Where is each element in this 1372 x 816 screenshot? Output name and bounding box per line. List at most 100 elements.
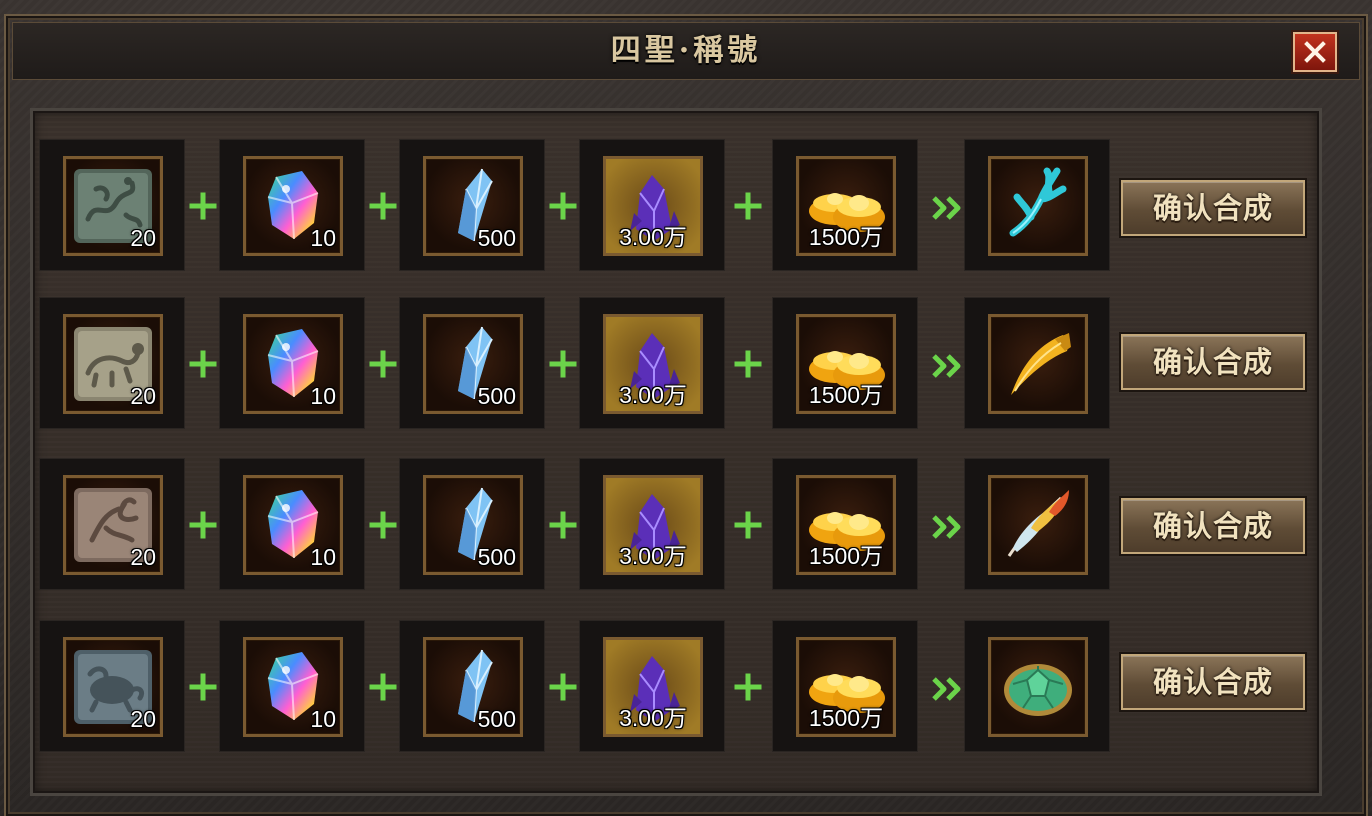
material-slot[interactable]: 3.00万: [579, 458, 725, 590]
material-slot[interactable]: 3.00万: [579, 620, 725, 752]
plus-icon: [549, 673, 577, 701]
material-slot[interactable]: 500: [399, 297, 545, 429]
window-title: 四聖·稱號: [610, 33, 762, 68]
material-slot[interactable]: 500: [399, 620, 545, 752]
result-arrow: [930, 193, 964, 223]
item-quantity: 10: [310, 383, 336, 409]
item-frame: 20: [63, 156, 163, 256]
plus-icon: [189, 192, 217, 220]
plus-icon: [369, 673, 397, 701]
item-frame: 10: [243, 156, 343, 256]
confirm-synthesis-button[interactable]: 确认合成: [1121, 654, 1305, 710]
item-frame: 20: [63, 637, 163, 737]
plus-icon: [734, 511, 762, 539]
item-frame: 500: [423, 314, 523, 414]
material-slot[interactable]: 20: [39, 458, 185, 590]
confirm-synthesis-button[interactable]: 确认合成: [1121, 334, 1305, 390]
item-quantity: 500: [477, 383, 516, 409]
double-chevron-right-icon: [932, 677, 961, 701]
item-quantity: 3.00万: [619, 382, 687, 408]
item-frame: 3.00万: [603, 314, 703, 414]
item-frame: 1500万: [796, 156, 896, 256]
result-slot[interactable]: [964, 620, 1110, 752]
golden-fang-icon: [1011, 333, 1071, 395]
plus-icon: [549, 192, 577, 220]
material-slot[interactable]: 3.00万: [579, 139, 725, 271]
plus-sign: [186, 670, 220, 704]
plus-icon: [549, 350, 577, 378]
phoenix-feather-icon: [1007, 490, 1069, 557]
plus-sign: [546, 189, 580, 223]
plus-icon: [189, 350, 217, 378]
item-frame: 1500万: [796, 314, 896, 414]
material-slot[interactable]: 20: [39, 297, 185, 429]
item-quantity: 500: [477, 706, 516, 732]
plus-icon: [189, 673, 217, 701]
result-arrow: [930, 512, 964, 542]
item-frame: 10: [243, 637, 343, 737]
item-quantity: 500: [477, 544, 516, 570]
plus-sign: [546, 347, 580, 381]
item-frame: [988, 156, 1088, 256]
material-slot[interactable]: 1500万: [772, 297, 918, 429]
material-slot[interactable]: 1500万: [772, 620, 918, 752]
item-frame: 10: [243, 314, 343, 414]
plus-sign: [366, 508, 400, 542]
item-frame: 1500万: [796, 637, 896, 737]
confirm-synthesis-button[interactable]: 确认合成: [1121, 498, 1305, 554]
window: 四聖·稱號 20 10 500 3.00万 1500万 确认合成 20 10 5…: [0, 0, 1372, 816]
plus-icon: [369, 192, 397, 220]
plus-icon: [734, 673, 762, 701]
result-slot[interactable]: [964, 139, 1110, 271]
item-frame: 3.00万: [603, 156, 703, 256]
item-frame: [988, 637, 1088, 737]
item-quantity: 500: [477, 225, 516, 251]
plus-sign: [546, 508, 580, 542]
item-frame: 10: [243, 475, 343, 575]
plus-sign: [546, 670, 580, 704]
result-arrow: [930, 674, 964, 704]
plus-icon: [369, 511, 397, 539]
plus-icon: [734, 350, 762, 378]
plus-icon: [189, 511, 217, 539]
material-slot[interactable]: 20: [39, 139, 185, 271]
material-slot[interactable]: 500: [399, 139, 545, 271]
material-slot[interactable]: 10: [219, 458, 365, 590]
material-slot[interactable]: 20: [39, 620, 185, 752]
item-quantity: 1500万: [808, 382, 884, 408]
item-quantity: 20: [130, 706, 156, 732]
plus-sign: [366, 670, 400, 704]
close-button[interactable]: [1293, 32, 1337, 72]
plus-icon: [549, 511, 577, 539]
item-frame: 20: [63, 475, 163, 575]
material-slot[interactable]: 1500万: [772, 458, 918, 590]
material-slot[interactable]: 1500万: [772, 139, 918, 271]
material-slot[interactable]: 500: [399, 458, 545, 590]
material-slot[interactable]: 3.00万: [579, 297, 725, 429]
material-slot[interactable]: 10: [219, 139, 365, 271]
item-quantity: 1500万: [808, 705, 884, 731]
item-quantity: 10: [310, 706, 336, 732]
item-quantity: 20: [130, 544, 156, 570]
result-slot[interactable]: [964, 297, 1110, 429]
result-arrow: [930, 351, 964, 381]
item-frame: 500: [423, 637, 523, 737]
item-quantity: 1500万: [808, 543, 884, 569]
material-slot[interactable]: 10: [219, 297, 365, 429]
material-slot[interactable]: 10: [219, 620, 365, 752]
item-quantity: 10: [310, 225, 336, 251]
plus-sign: [731, 508, 765, 542]
plus-icon: [734, 192, 762, 220]
item-frame: 3.00万: [603, 475, 703, 575]
item-quantity: 3.00万: [619, 224, 687, 250]
cyan-coral-icon: [1009, 167, 1067, 237]
confirm-synthesis-button[interactable]: 确认合成: [1121, 180, 1305, 236]
item-quantity: 3.00万: [619, 705, 687, 731]
result-slot[interactable]: [964, 458, 1110, 590]
plus-sign: [731, 189, 765, 223]
plus-sign: [186, 508, 220, 542]
plus-sign: [731, 347, 765, 381]
plus-sign: [186, 189, 220, 223]
item-quantity: 10: [310, 544, 336, 570]
item-quantity: 3.00万: [619, 543, 687, 569]
